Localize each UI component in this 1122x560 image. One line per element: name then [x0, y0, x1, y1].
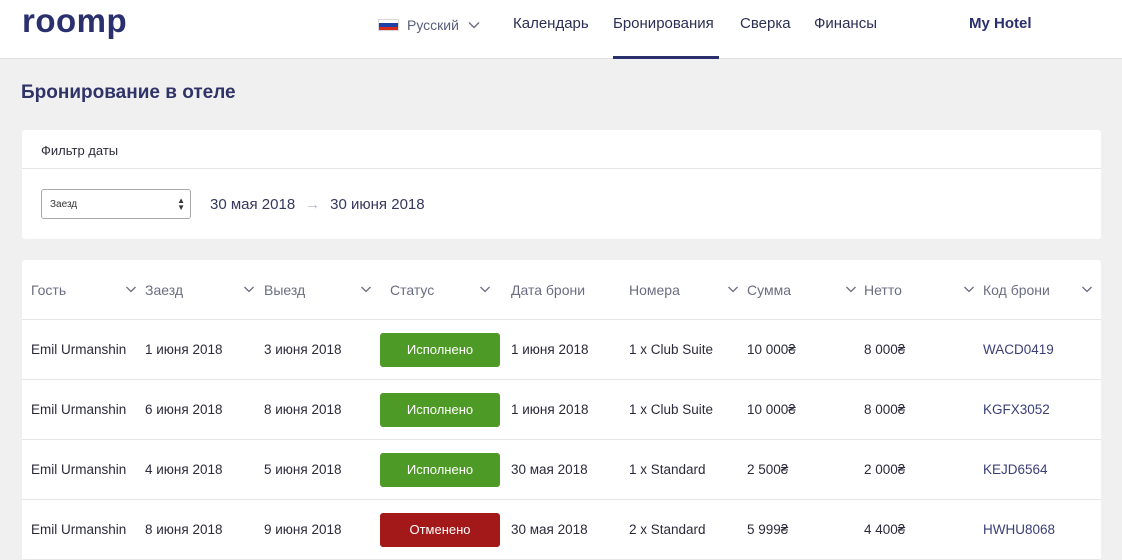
table-row[interactable]: Emil Urmanshin 6 июня 2018 8 июня 2018 Испо…: [22, 380, 1101, 440]
cell-code[interactable]: HWHU8068: [983, 522, 1055, 537]
nav-item-finance[interactable]: Финансы: [814, 15, 877, 32]
cell-net: 8 000₴: [864, 342, 906, 357]
column-header-guest[interactable]: Гость: [31, 282, 66, 298]
status-badge[interactable]: Исполнено: [380, 393, 500, 427]
status-badge[interactable]: Исполнено: [380, 333, 500, 367]
cell-guest: Emil Urmanshin: [31, 462, 127, 477]
status-badge[interactable]: Исполнено: [380, 453, 500, 487]
cell-net: 8 000₴: [864, 402, 906, 417]
language-selector[interactable]: Русский: [378, 16, 481, 34]
column-header-checkout[interactable]: Выезд: [264, 282, 305, 298]
table-row[interactable]: Emil Urmanshin 8 июня 2018 9 июня 2018 Отме…: [22, 500, 1101, 560]
column-header-code[interactable]: Код брони: [983, 282, 1050, 298]
cell-checkin: 6 июня 2018: [145, 402, 223, 417]
cell-checkout: 8 июня 2018: [264, 402, 342, 417]
cell-sum: 10 000₴: [747, 342, 796, 357]
logo[interactable]: roomp: [22, 2, 127, 40]
cell-code[interactable]: KEJD6564: [983, 462, 1048, 477]
chevron-down-icon: [468, 22, 480, 29]
status-badge[interactable]: Отменено: [380, 513, 500, 547]
arrow-right-icon: →: [305, 196, 321, 213]
cell-net: 4 400₴: [864, 522, 906, 537]
cell-guest: Emil Urmanshin: [31, 402, 127, 417]
cell-net: 2 000₴: [864, 462, 906, 477]
cell-code[interactable]: WACD0419: [983, 342, 1054, 357]
date-to[interactable]: 30 июня 2018: [330, 196, 424, 213]
column-header-checkin[interactable]: Заезд: [145, 282, 183, 298]
hotel-name[interactable]: My Hotel: [969, 15, 1032, 32]
cell-checkin: 4 июня 2018: [145, 462, 223, 477]
cell-guest: Emil Urmanshin: [31, 522, 127, 537]
cell-checkout: 5 июня 2018: [264, 462, 342, 477]
cell-sum: 2 500₴: [747, 462, 789, 477]
select-arrows-icon: ▲ ▼: [177, 196, 185, 212]
top-bar: roomp Русский Календарь Бронирования Све…: [0, 0, 1122, 59]
page-title: Бронирование в отеле: [21, 82, 236, 103]
cell-checkout: 3 июня 2018: [264, 342, 342, 357]
date-filter-card: Фильтр даты Заезд ▲ ▼ 30 мая 2018 → 30 ию…: [22, 130, 1101, 239]
cell-sum: 10 000₴: [747, 402, 796, 417]
active-tab-indicator: [613, 56, 719, 59]
chevron-down-icon[interactable]: [243, 283, 255, 295]
cell-checkin: 1 июня 2018: [145, 342, 223, 357]
chevron-down-icon[interactable]: [360, 283, 372, 295]
column-header-net[interactable]: Нетто: [864, 282, 902, 298]
cell-rooms: 1 x Standard: [629, 462, 706, 477]
cell-booked: 1 июня 2018: [511, 342, 589, 357]
chevron-down-icon[interactable]: [727, 283, 739, 295]
cell-rooms: 1 x Club Suite: [629, 342, 714, 357]
date-range[interactable]: 30 мая 2018 → 30 июня 2018: [210, 196, 425, 213]
date-type-select[interactable]: Заезд ▲ ▼: [41, 189, 191, 219]
nav-item-reconciliation[interactable]: Сверка: [740, 15, 791, 32]
cell-sum: 5 999₴: [747, 522, 789, 537]
cell-rooms: 2 x Standard: [629, 522, 706, 537]
cell-booked: 1 июня 2018: [511, 402, 589, 417]
column-header-status[interactable]: Статус: [390, 282, 434, 298]
chevron-down-icon[interactable]: [963, 283, 975, 295]
column-header-rooms[interactable]: Номера: [629, 282, 680, 298]
date-type-select-value: Заезд: [50, 199, 78, 210]
table-header: Гость Заезд Выезд Статус Дата брони Номера Сум…: [22, 260, 1101, 320]
cell-rooms: 1 x Club Suite: [629, 402, 714, 417]
date-from[interactable]: 30 мая 2018: [210, 196, 295, 213]
column-header-sum[interactable]: Сумма: [747, 282, 791, 298]
nav-item-bookings[interactable]: Бронирования: [613, 15, 714, 32]
chevron-down-icon[interactable]: [479, 283, 491, 295]
cell-booked: 30 мая 2018: [511, 522, 588, 537]
cell-guest: Emil Urmanshin: [31, 342, 127, 357]
russia-flag-icon: [378, 19, 399, 31]
cell-checkin: 8 июня 2018: [145, 522, 223, 537]
cell-code[interactable]: KGFX3052: [983, 402, 1050, 417]
nav-item-calendar[interactable]: Календарь: [513, 15, 589, 32]
filter-heading: Фильтр даты: [22, 130, 1101, 169]
chevron-down-icon[interactable]: [845, 283, 857, 295]
bookings-table: Гость Заезд Выезд Статус Дата брони Номера Сум…: [22, 260, 1101, 560]
cell-booked: 30 мая 2018: [511, 462, 588, 477]
column-header-booked[interactable]: Дата брони: [511, 282, 585, 298]
table-row[interactable]: Emil Urmanshin 1 июня 2018 3 июня 2018 Испо…: [22, 320, 1101, 380]
chevron-down-icon[interactable]: [125, 283, 137, 295]
chevron-down-icon[interactable]: [1081, 283, 1093, 295]
cell-checkout: 9 июня 2018: [264, 522, 342, 537]
table-row[interactable]: Emil Urmanshin 4 июня 2018 5 июня 2018 Испо…: [22, 440, 1101, 500]
language-label: Русский: [407, 17, 459, 33]
